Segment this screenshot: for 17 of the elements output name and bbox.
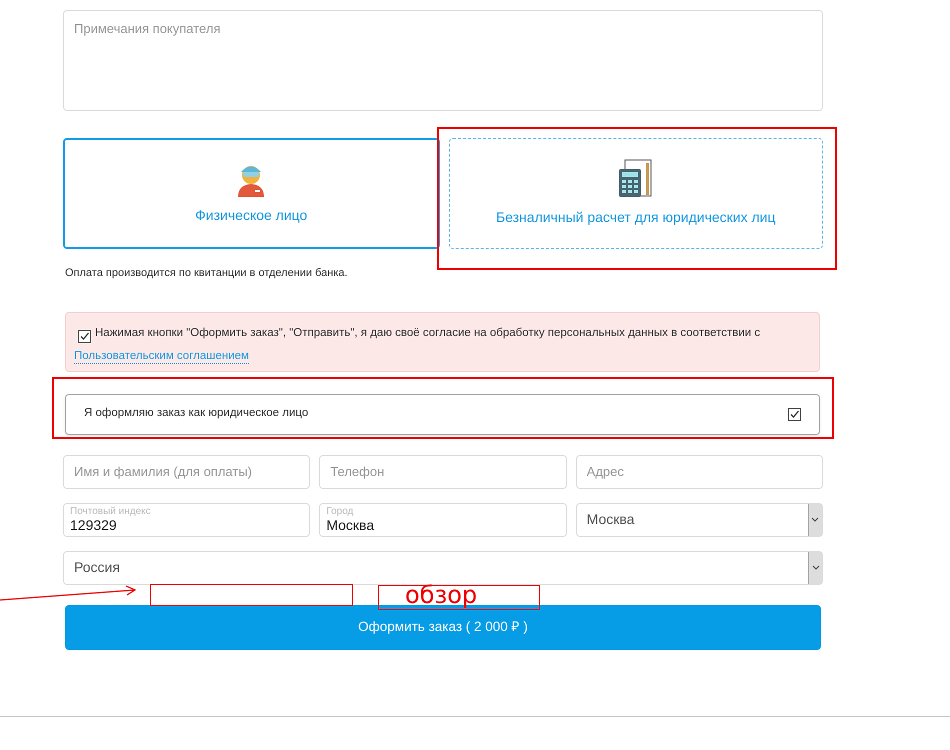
chevron-down-icon: [812, 565, 820, 570]
input-field[interactable]: Имя и фамилия (для оплаты): [63, 454, 310, 488]
consent-checkbox[interactable]: [78, 330, 91, 342]
consent-text: Нажимая кнопки "Оформить заказ", "Отправить", я даю своё согласие на обработку персональных данных в соответствии с: [95, 326, 760, 340]
country-select[interactable]: Россия: [63, 550, 823, 584]
legal-entity-checkbox[interactable]: [788, 408, 801, 420]
input-field[interactable]: Адрес: [576, 454, 823, 488]
city-field[interactable]: Город Москва: [319, 502, 567, 536]
input-field[interactable]: Телефон: [319, 454, 567, 488]
region-select[interactable]: Москва: [576, 502, 823, 536]
legal-entity-row[interactable]: Я оформляю заказ как юридическое лицо: [65, 394, 820, 434]
chevron-down-icon: [811, 517, 820, 522]
postcode-field[interactable]: Почтовый индекс 129329: [63, 502, 310, 536]
payment-note: Оплата производится по квитанции в отделении банка.: [65, 266, 349, 281]
legal-entity-label: Я оформляю заказ как юридическое лицо: [84, 406, 308, 422]
customer-notes-field[interactable]: Примечания покупателя: [63, 10, 823, 111]
annotation-label: обзор: [378, 585, 540, 610]
